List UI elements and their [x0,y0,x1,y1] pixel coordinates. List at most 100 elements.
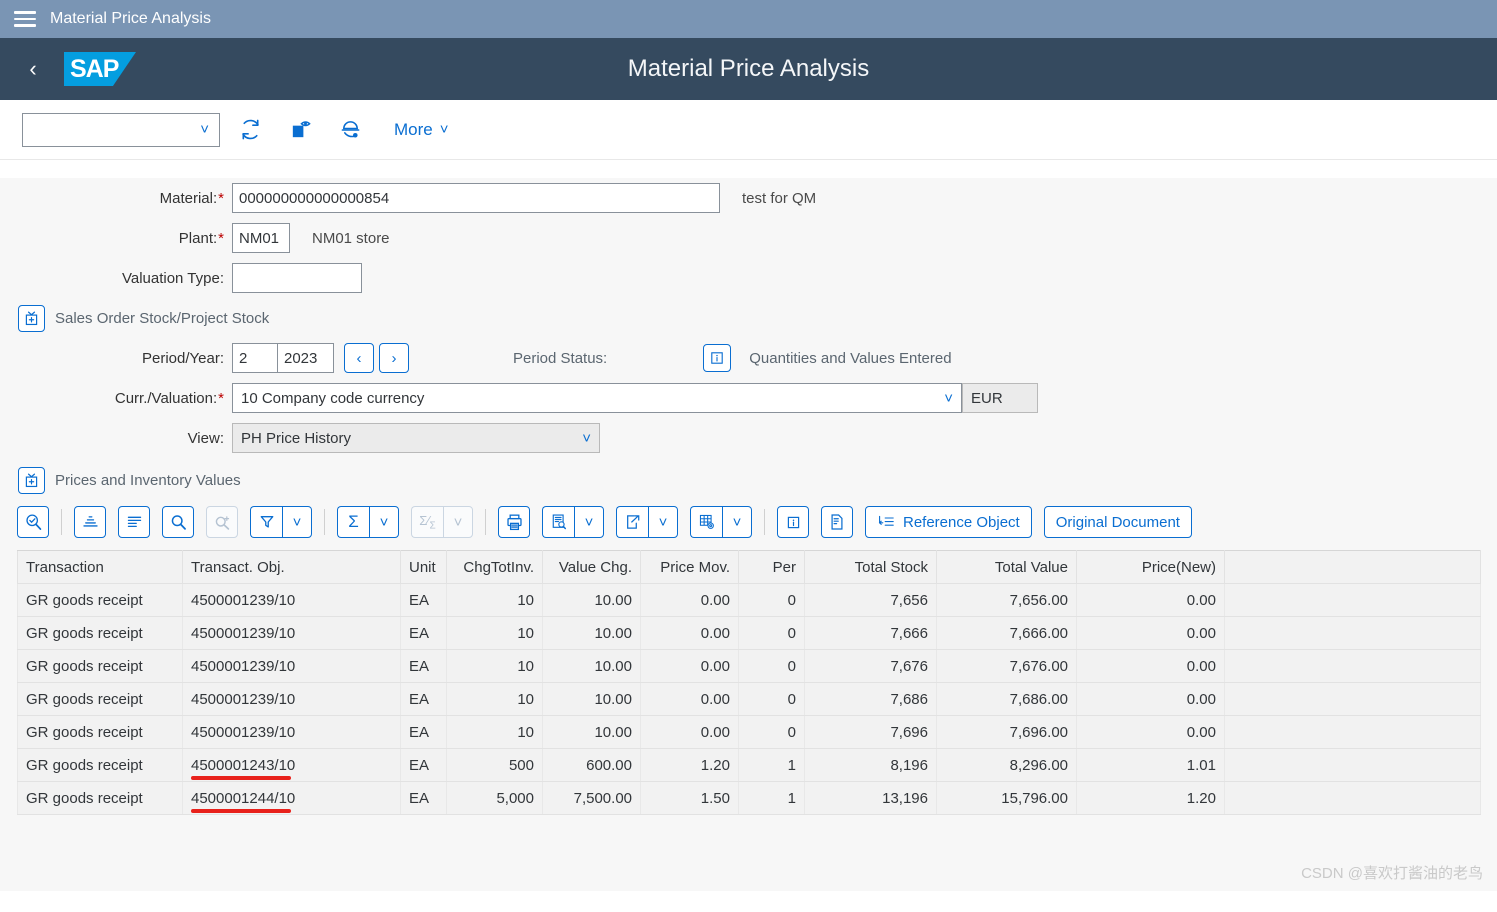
sum-icon[interactable]: Σ [337,506,369,538]
reference-object-button[interactable]: Reference Object [865,506,1032,538]
material-input[interactable] [232,183,720,213]
layout-lines-icon[interactable] [118,506,150,538]
table-row[interactable]: GR goods receipt 4500001243/10 EA 500 600.00… [17,748,1481,782]
info-icon[interactable] [703,344,732,372]
material-label: Material:* [159,189,224,207]
display-document-icon[interactable] [280,110,320,150]
cell-price-mov: 0.00 [640,616,739,650]
cell-price-mov: 1.50 [640,781,739,815]
column-header-price-mov[interactable]: Price Mov. [640,550,739,584]
cell-unit: EA [400,781,447,815]
cell-total-value: 7,696.00 [936,715,1077,749]
search-check-icon[interactable] [17,506,49,538]
cell-chgtotinv: 10 [446,715,543,749]
browser-top-bar: Material Price Analysis [0,0,1497,38]
info-icon[interactable] [777,506,809,538]
cell-value-chg: 10.00 [542,616,641,650]
cell-transact-obj: 4500001244/10 [182,781,401,815]
cell-per: 0 [738,583,805,617]
reference-object-label: Reference Object [903,513,1020,531]
currency-valuation-select[interactable]: 10 Company code currency ˅ [232,383,962,413]
column-header-total-stock[interactable]: Total Stock [804,550,937,584]
table-row[interactable]: GR goods receipt 4500001239/10 EA 10 10.00 0.… [17,649,1481,683]
expand-icon[interactable] [18,466,45,494]
notes-icon[interactable] [821,506,853,538]
cell-transact-obj: 4500001239/10 [182,715,401,749]
expand-icon[interactable] [18,304,45,332]
column-header-per[interactable]: Per [738,550,805,584]
cell-total-value: 8,296.00 [936,748,1077,782]
period-input[interactable] [232,343,278,373]
plant-input[interactable] [232,223,290,253]
print-icon[interactable] [498,506,530,538]
chevron-left-icon[interactable]: ‹ [16,52,50,86]
column-header-transact-obj[interactable]: Transact. Obj. [182,550,401,584]
cell-price-mov: 0.00 [640,682,739,716]
cell-transaction: GR goods receipt [17,715,183,749]
column-header-unit[interactable]: Unit [400,550,447,584]
chevron-down-icon[interactable]: ˅ [648,506,678,538]
column-header-value-chg[interactable]: Value Chg. [542,550,641,584]
plant-label: Plant:* [178,229,224,247]
table-settings-split-button[interactable]: ˅ [690,506,752,538]
export-icon[interactable] [616,506,648,538]
refresh-icon[interactable] [230,110,270,150]
cell-price-new: 1.20 [1076,781,1225,815]
table-row[interactable]: GR goods receipt 4500001239/10 EA 10 10.00 0.… [17,715,1481,749]
maintenance-icon[interactable] [330,110,370,150]
column-header-total-value[interactable]: Total Value [936,550,1077,584]
filter-icon[interactable] [250,506,282,538]
chevron-down-icon[interactable]: ˅ [369,506,399,538]
table-row[interactable]: GR goods receipt 4500001239/10 EA 10 10.00 0.… [17,682,1481,716]
cell-per: 1 [738,748,805,782]
table-row[interactable]: GR goods receipt 4500001244/10 EA 5,000 7,50… [17,781,1481,815]
cell-value-chg: 10.00 [542,682,641,716]
cell-empty [1224,616,1481,650]
search-icon[interactable] [162,506,194,538]
required-marker: * [218,389,224,407]
filter-split-button[interactable]: ˅ [250,506,312,538]
view-row: View: PH Price History ˅ [0,418,1497,458]
variant-select[interactable]: ˅ [22,112,220,147]
cell-total-value: 7,656.00 [936,583,1077,617]
export-split-button[interactable]: ˅ [616,506,678,538]
valuation-type-input[interactable] [232,263,362,293]
table-row[interactable]: GR goods receipt 4500001239/10 EA 10 10.00 0.… [17,616,1481,650]
sales-order-stock-section[interactable]: Sales Order Stock/Project Stock [0,298,1497,338]
more-label: More [394,119,433,139]
more-button[interactable]: More ˅ [394,120,449,140]
sort-icon[interactable] [74,506,106,538]
watermark: CSDN @喜欢打酱油的老鸟 [1301,865,1483,882]
table-settings-icon[interactable] [690,506,722,538]
browser-title: Material Price Analysis [50,10,211,27]
cell-transact-obj: 4500001239/10 [182,616,401,650]
column-header-price-new[interactable]: Price(New) [1076,550,1225,584]
chevron-down-icon[interactable]: ˅ [574,506,604,538]
chevron-down-icon[interactable]: ˅ [722,506,752,538]
original-document-button[interactable]: Original Document [1043,506,1192,538]
cell-per: 0 [738,649,805,683]
required-marker: * [218,229,224,247]
table-row[interactable]: GR goods receipt 4500001239/10 EA 10 10.00 0.… [17,583,1481,617]
cell-total-stock: 7,656 [804,583,937,617]
cell-price-mov: 0.00 [640,649,739,683]
cell-unit: EA [400,583,447,617]
cell-value-chg: 10.00 [542,649,641,683]
hamburger-icon[interactable] [14,11,36,27]
cell-value-chg: 600.00 [542,748,641,782]
chevron-down-icon[interactable]: ˅ [282,506,312,538]
annotation-underline [191,809,291,813]
column-header-transaction[interactable]: Transaction [17,550,183,584]
year-input[interactable] [277,343,334,373]
view-select[interactable]: PH Price History ˅ [232,423,600,453]
annotation-underline [191,776,291,780]
cell-price-new: 0.00 [1076,649,1225,683]
prices-inventory-section[interactable]: Prices and Inventory Values [0,460,1497,500]
sum-split-button[interactable]: Σ ˅ [337,506,399,538]
column-header-chgtotinv[interactable]: ChgTotInv. [446,550,543,584]
previous-period-button[interactable]: ‹ [344,343,374,373]
cell-transact-obj: 4500001239/10 [182,649,401,683]
view-detail-split-button[interactable]: ˅ [542,506,604,538]
next-period-button[interactable]: › [379,343,409,373]
view-detail-icon[interactable] [542,506,574,538]
